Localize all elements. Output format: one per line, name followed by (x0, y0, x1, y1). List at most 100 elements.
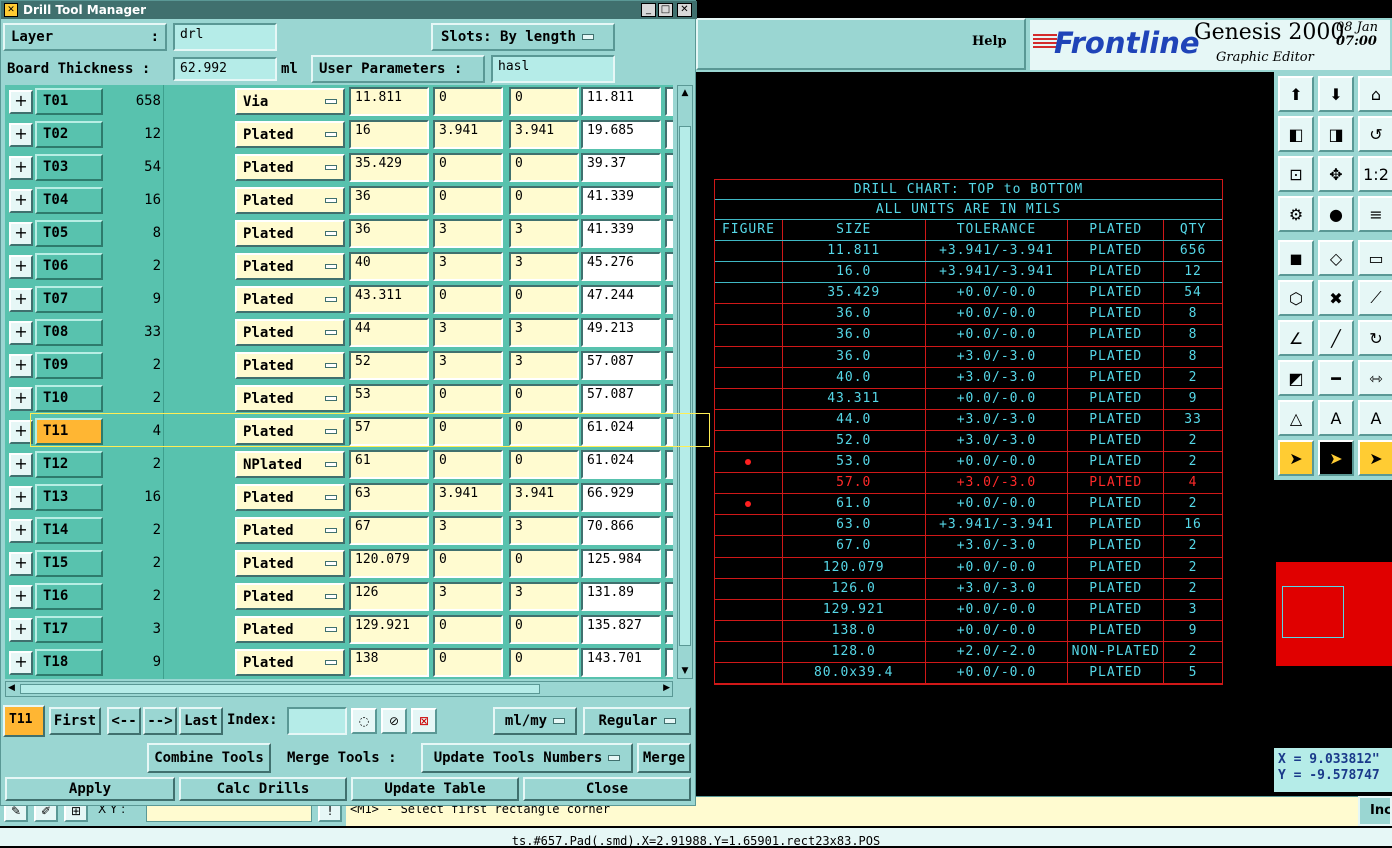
mode-selector[interactable]: Regular (583, 707, 691, 735)
tolerance-minus-field[interactable]: 0 (509, 549, 579, 578)
tool-type-selector[interactable]: Via (235, 88, 345, 115)
tolerance-minus-field[interactable]: 0 (509, 285, 579, 314)
maximize-icon[interactable]: □ (658, 3, 673, 17)
extra-field[interactable] (665, 450, 673, 479)
tolerance-plus-field[interactable]: 0 (433, 450, 503, 479)
tolerance-plus-field[interactable]: 3 (433, 219, 503, 248)
extra-field[interactable] (665, 648, 673, 677)
tool-name[interactable]: T03 (35, 154, 103, 181)
drill-size-field[interactable]: 135.827 (581, 615, 661, 644)
close-icon[interactable]: ✕ (677, 3, 692, 17)
add-pad-icon[interactable]: ◩ (1278, 360, 1314, 396)
minimize-icon[interactable]: _ (641, 3, 656, 17)
next-button[interactable]: --> (143, 707, 177, 735)
scroll-right-icon[interactable]: ▶ (663, 683, 670, 693)
tool-row[interactable]: + T12 2 NPlated 61 0 0 61.024 (5, 448, 673, 481)
tool-row[interactable]: + T02 12 Plated 16 3.941 3.941 19.685 (5, 118, 673, 151)
probe-icon[interactable]: ● (1318, 196, 1354, 232)
tool-type-selector[interactable]: Plated (235, 418, 345, 445)
finish-size-field[interactable]: 67 (349, 516, 429, 545)
triangle-icon[interactable]: △ (1278, 400, 1314, 436)
merge-button[interactable]: Merge (637, 743, 691, 773)
extra-field[interactable] (665, 417, 673, 446)
tool-name[interactable]: T07 (35, 286, 103, 313)
expand-icon[interactable]: + (9, 123, 33, 147)
tolerance-minus-field[interactable]: 3 (509, 219, 579, 248)
select-pointer-icon[interactable]: ➤ (1278, 440, 1314, 476)
table-horizontal-scrollbar[interactable]: ◀ ▶ (5, 681, 673, 697)
horizontal-line-icon[interactable]: ━ (1318, 360, 1354, 396)
cross-icon[interactable]: ✖ (1318, 280, 1354, 316)
tool-row[interactable]: + T11 4 Plated 57 0 0 61.024 (5, 415, 673, 448)
scroll-up-icon[interactable]: ▲ (679, 88, 691, 98)
drill-size-field[interactable]: 11.811 (581, 87, 661, 116)
tolerance-minus-field[interactable]: 0 (509, 417, 579, 446)
finish-size-field[interactable]: 63 (349, 483, 429, 512)
tolerance-plus-field[interactable]: 0 (433, 417, 503, 446)
tool-row[interactable]: + T14 2 Plated 67 3 3 70.866 (5, 514, 673, 547)
close-button[interactable]: Close (523, 777, 691, 801)
tool-name[interactable]: T17 (35, 616, 103, 643)
tolerance-plus-field[interactable]: 0 (433, 549, 503, 578)
tolerance-plus-field[interactable]: 0 (433, 615, 503, 644)
board-thickness-field[interactable]: 62.992 (173, 57, 277, 81)
lightbulb-icon[interactable]: ◌ (351, 708, 377, 734)
tool-type-selector[interactable]: Plated (235, 121, 345, 148)
expand-icon[interactable]: + (9, 387, 33, 411)
finish-size-field[interactable]: 52 (349, 351, 429, 380)
drill-size-field[interactable]: 131.89 (581, 582, 661, 611)
expand-icon[interactable]: + (9, 585, 33, 609)
finish-size-field[interactable]: 44 (349, 318, 429, 347)
tolerance-plus-field[interactable]: 0 (433, 186, 503, 215)
tool-row[interactable]: + T07 9 Plated 43.311 0 0 47.244 (5, 283, 673, 316)
tolerance-minus-field[interactable]: 3.941 (509, 483, 579, 512)
pad-icon[interactable]: ◼ (1278, 240, 1314, 276)
arc-icon[interactable]: ↻ (1358, 320, 1392, 356)
extra-field[interactable] (665, 516, 673, 545)
finish-size-field[interactable]: 129.921 (349, 615, 429, 644)
layer-field[interactable]: drl (173, 23, 277, 51)
tolerance-plus-field[interactable]: 3.941 (433, 483, 503, 512)
layers-icon[interactable]: ≡ (1358, 196, 1392, 232)
dimension-icon[interactable]: ⇿ (1358, 360, 1392, 396)
tool-name[interactable]: T12 (35, 451, 103, 478)
calc-drills-button[interactable]: Calc Drills (179, 777, 347, 801)
tool-type-selector[interactable]: Plated (235, 352, 345, 379)
drill-size-field[interactable]: 49.213 (581, 318, 661, 347)
tool-name[interactable]: T08 (35, 319, 103, 346)
tool-type-selector[interactable]: Plated (235, 583, 345, 610)
tolerance-plus-field[interactable]: 0 (433, 153, 503, 182)
expand-icon[interactable]: + (9, 552, 33, 576)
finish-size-field[interactable]: 36 (349, 186, 429, 215)
scroll-left-icon[interactable]: ◀ (8, 683, 15, 693)
first-button[interactable]: First (49, 707, 101, 735)
tool-row[interactable]: + T18 9 Plated 138 0 0 143.701 (5, 646, 673, 679)
horizontal-scroll-thumb[interactable] (20, 684, 540, 694)
extra-field[interactable] (665, 549, 673, 578)
combine-tools-button[interactable]: Combine Tools (147, 743, 271, 773)
drill-size-field[interactable]: 70.866 (581, 516, 661, 545)
drill-size-field[interactable]: 61.024 (581, 417, 661, 446)
inc-button[interactable]: Inc (1358, 796, 1392, 826)
table-vertical-scrollbar[interactable]: ▲ ▼ (677, 85, 693, 679)
tool-row[interactable]: + T03 54 Plated 35.429 0 0 39.37 (5, 151, 673, 184)
help-button[interactable]: Help (972, 34, 1007, 49)
expand-icon[interactable]: + (9, 255, 33, 279)
tool-row[interactable]: + T09 2 Plated 52 3 3 57.087 (5, 349, 673, 382)
expand-icon[interactable]: + (9, 222, 33, 246)
expand-icon[interactable]: + (9, 519, 33, 543)
polygon-icon[interactable]: ◇ (1318, 240, 1354, 276)
apply-button[interactable]: Apply (5, 777, 175, 801)
tool-row[interactable]: + T01 658 Via 11.811 0 0 11.811 (5, 85, 673, 118)
finish-size-field[interactable]: 120.079 (349, 549, 429, 578)
tool-type-selector[interactable]: Plated (235, 616, 345, 643)
tool-type-selector[interactable]: Plated (235, 319, 345, 346)
expand-icon[interactable]: + (9, 453, 33, 477)
finish-size-field[interactable]: 11.811 (349, 87, 429, 116)
tool-name[interactable]: T04 (35, 187, 103, 214)
tolerance-minus-field[interactable]: 3 (509, 318, 579, 347)
finish-size-field[interactable]: 53 (349, 384, 429, 413)
expand-icon[interactable]: + (9, 618, 33, 642)
tool-row[interactable]: + T13 16 Plated 63 3.941 3.941 66.929 (5, 481, 673, 514)
angle-line-icon[interactable]: ∠ (1278, 320, 1314, 356)
